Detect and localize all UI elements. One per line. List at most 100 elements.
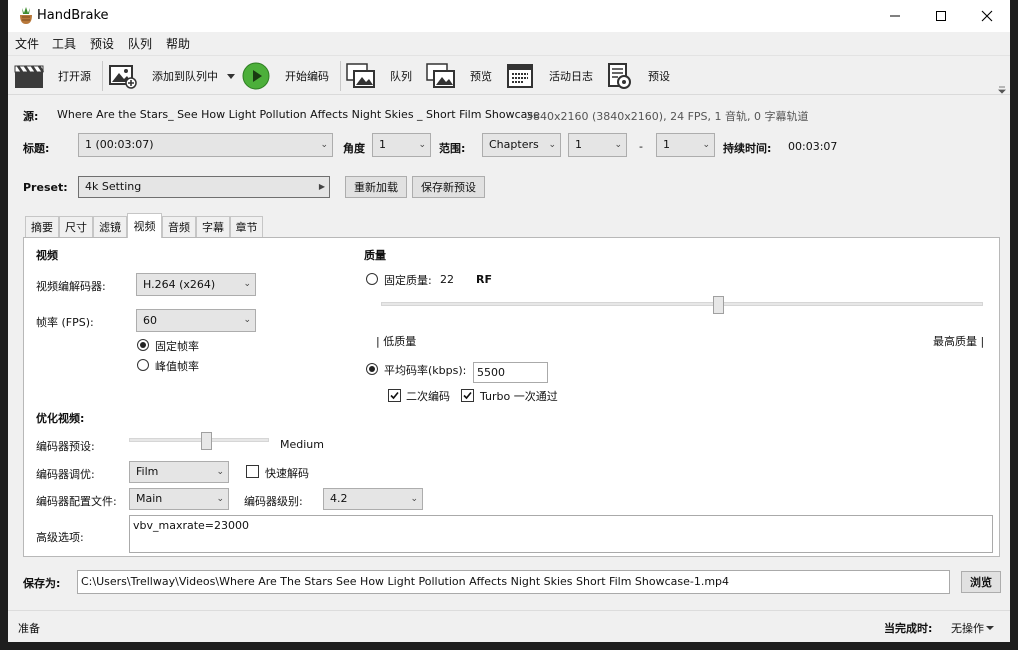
encoder-level-value: 4.2 bbox=[330, 492, 348, 505]
angle-select[interactable]: 1 ⌄ bbox=[372, 133, 431, 157]
menu-help[interactable]: 帮助 bbox=[166, 35, 190, 52]
quality-slider[interactable] bbox=[381, 302, 983, 306]
video-codec-select[interactable]: H.264 (x264) ⌄ bbox=[136, 273, 256, 296]
tab-audio[interactable]: 音频 bbox=[162, 216, 196, 237]
queue-icon bbox=[346, 61, 376, 91]
encoder-preset-value: Medium bbox=[280, 438, 324, 451]
angle-label: 角度 bbox=[343, 142, 365, 155]
destination-path-input[interactable]: C:\Users\Trellway\Videos\Where Are The S… bbox=[77, 570, 950, 594]
encoder-level-label: 编码器级别: bbox=[244, 495, 303, 508]
toolbar-overflow-icon[interactable] bbox=[998, 86, 1006, 94]
range-mode-select[interactable]: Chapters ⌄ bbox=[482, 133, 561, 157]
range-dash: - bbox=[639, 140, 643, 153]
two-pass-checkbox[interactable] bbox=[388, 389, 401, 402]
preview-button[interactable]: 预览 bbox=[426, 56, 492, 96]
peak-framerate-radio[interactable] bbox=[137, 359, 149, 371]
high-quality-label: 最高质量 | bbox=[933, 335, 985, 348]
menu-queue[interactable]: 队列 bbox=[128, 35, 152, 52]
constant-quality-label: 固定质量: bbox=[384, 274, 432, 287]
turbo-first-pass-checkbox[interactable] bbox=[461, 389, 474, 402]
optimise-section-title: 优化视频: bbox=[36, 412, 85, 425]
encoder-tune-select[interactable]: Film ⌄ bbox=[129, 461, 229, 483]
fps-label: 帧率 (FPS): bbox=[36, 316, 94, 329]
checkmark-icon bbox=[463, 391, 472, 400]
clapperboard-icon bbox=[14, 61, 44, 91]
tab-subtitles[interactable]: 字幕 bbox=[196, 216, 230, 237]
start-encode-label: 开始编码 bbox=[285, 70, 329, 83]
tab-video[interactable]: 视频 bbox=[127, 213, 162, 238]
presets-button[interactable]: 预设 bbox=[604, 56, 670, 96]
advanced-options-label: 高级选项: bbox=[36, 531, 84, 544]
bitrate-input[interactable]: 5500 bbox=[473, 362, 548, 383]
menu-presets[interactable]: 预设 bbox=[90, 35, 114, 52]
dropdown-arrow-icon[interactable] bbox=[226, 72, 236, 80]
close-button[interactable] bbox=[964, 0, 1010, 32]
status-text: 准备 bbox=[18, 622, 40, 635]
chevron-down-icon: ⌄ bbox=[216, 467, 224, 477]
menu-bar: 文件 工具 预设 队列 帮助 bbox=[8, 32, 1010, 54]
source-info: 3840x2160 (3840x2160), 24 FPS, 1 音轨, 0 字… bbox=[526, 110, 809, 123]
framerate-select[interactable]: 60 ⌄ bbox=[136, 309, 256, 332]
checkmark-icon bbox=[390, 391, 399, 400]
title-select-value: 1 (00:03:07) bbox=[85, 138, 154, 151]
menu-tools[interactable]: 工具 bbox=[52, 35, 76, 52]
save-new-preset-button[interactable]: 保存新预设 bbox=[412, 176, 485, 198]
angle-select-value: 1 bbox=[379, 138, 386, 151]
encoder-profile-select[interactable]: Main ⌄ bbox=[129, 488, 229, 510]
reload-preset-button[interactable]: 重新加载 bbox=[345, 176, 407, 198]
activity-log-button[interactable]: 活动日志 bbox=[505, 56, 593, 96]
average-bitrate-radio[interactable] bbox=[366, 363, 378, 375]
chevron-down-icon: ⌄ bbox=[216, 494, 224, 504]
range-end-select[interactable]: 1 ⌄ bbox=[656, 133, 715, 157]
average-bitrate-label: 平均码率(kbps): bbox=[384, 364, 467, 377]
open-source-label: 打开源 bbox=[58, 70, 91, 83]
constant-quality-radio[interactable] bbox=[366, 273, 378, 285]
duration-value: 00:03:07 bbox=[788, 140, 838, 153]
fast-decode-checkbox[interactable] bbox=[246, 465, 259, 478]
chevron-down-icon: ⌄ bbox=[243, 315, 251, 325]
maximize-button[interactable] bbox=[918, 0, 964, 32]
preset-selector[interactable]: 4k Setting ▶ bbox=[78, 176, 330, 198]
turbo-first-pass-label: Turbo 一次通过 bbox=[480, 390, 558, 403]
browse-button[interactable]: 浏览 bbox=[961, 571, 1001, 593]
tab-filters[interactable]: 滤镜 bbox=[93, 216, 127, 237]
presets-label: 预设 bbox=[648, 70, 670, 83]
encoder-preset-slider-thumb[interactable] bbox=[201, 432, 212, 450]
preview-label: 预览 bbox=[470, 70, 492, 83]
constant-quality-value: 22 bbox=[440, 273, 454, 286]
minimize-icon bbox=[890, 15, 900, 17]
range-start-value: 1 bbox=[575, 138, 582, 151]
range-end-value: 1 bbox=[663, 138, 670, 151]
advanced-options-input[interactable]: vbv_maxrate=23000 bbox=[129, 515, 993, 553]
minimize-button[interactable] bbox=[872, 0, 918, 32]
add-to-queue-button[interactable]: 添加到队列中 bbox=[108, 56, 236, 96]
pineapple-icon bbox=[20, 7, 32, 24]
encoder-level-select[interactable]: 4.2 ⌄ bbox=[323, 488, 423, 510]
terminal-icon bbox=[505, 61, 535, 91]
title-select[interactable]: 1 (00:03:07) ⌄ bbox=[78, 133, 333, 157]
quality-slider-thumb[interactable] bbox=[713, 296, 725, 314]
save-as-label: 保存为: bbox=[23, 577, 61, 590]
queue-button[interactable]: 队列 bbox=[346, 56, 412, 96]
status-bar: 准备 当完成时: 无操作 bbox=[8, 610, 1010, 642]
tab-chapters[interactable]: 章节 bbox=[230, 216, 263, 237]
when-done-dropdown[interactable]: 无操作 bbox=[951, 620, 994, 636]
preview-icon bbox=[426, 61, 456, 91]
when-done-value: 无操作 bbox=[951, 622, 984, 635]
when-done-label: 当完成时: bbox=[884, 622, 933, 635]
title-bar: HandBrake bbox=[8, 0, 1010, 32]
menu-file[interactable]: 文件 bbox=[15, 35, 39, 52]
tab-summary[interactable]: 摘要 bbox=[25, 216, 59, 237]
range-start-select[interactable]: 1 ⌄ bbox=[568, 133, 627, 157]
quality-section-title: 质量 bbox=[364, 249, 386, 262]
rf-unit: RF bbox=[476, 273, 492, 286]
video-section-title: 视频 bbox=[36, 249, 58, 262]
encoder-tune-label: 编码器调优: bbox=[36, 468, 95, 481]
start-encode-button[interactable]: 开始编码 bbox=[241, 56, 329, 96]
constant-framerate-radio[interactable] bbox=[137, 339, 149, 351]
chevron-down-icon: ⌄ bbox=[418, 140, 426, 150]
tab-dimensions[interactable]: 尺寸 bbox=[59, 216, 93, 237]
encoder-preset-slider[interactable] bbox=[129, 438, 269, 442]
add-to-queue-label: 添加到队列中 bbox=[152, 70, 218, 83]
open-source-button[interactable]: 打开源 bbox=[14, 56, 91, 96]
